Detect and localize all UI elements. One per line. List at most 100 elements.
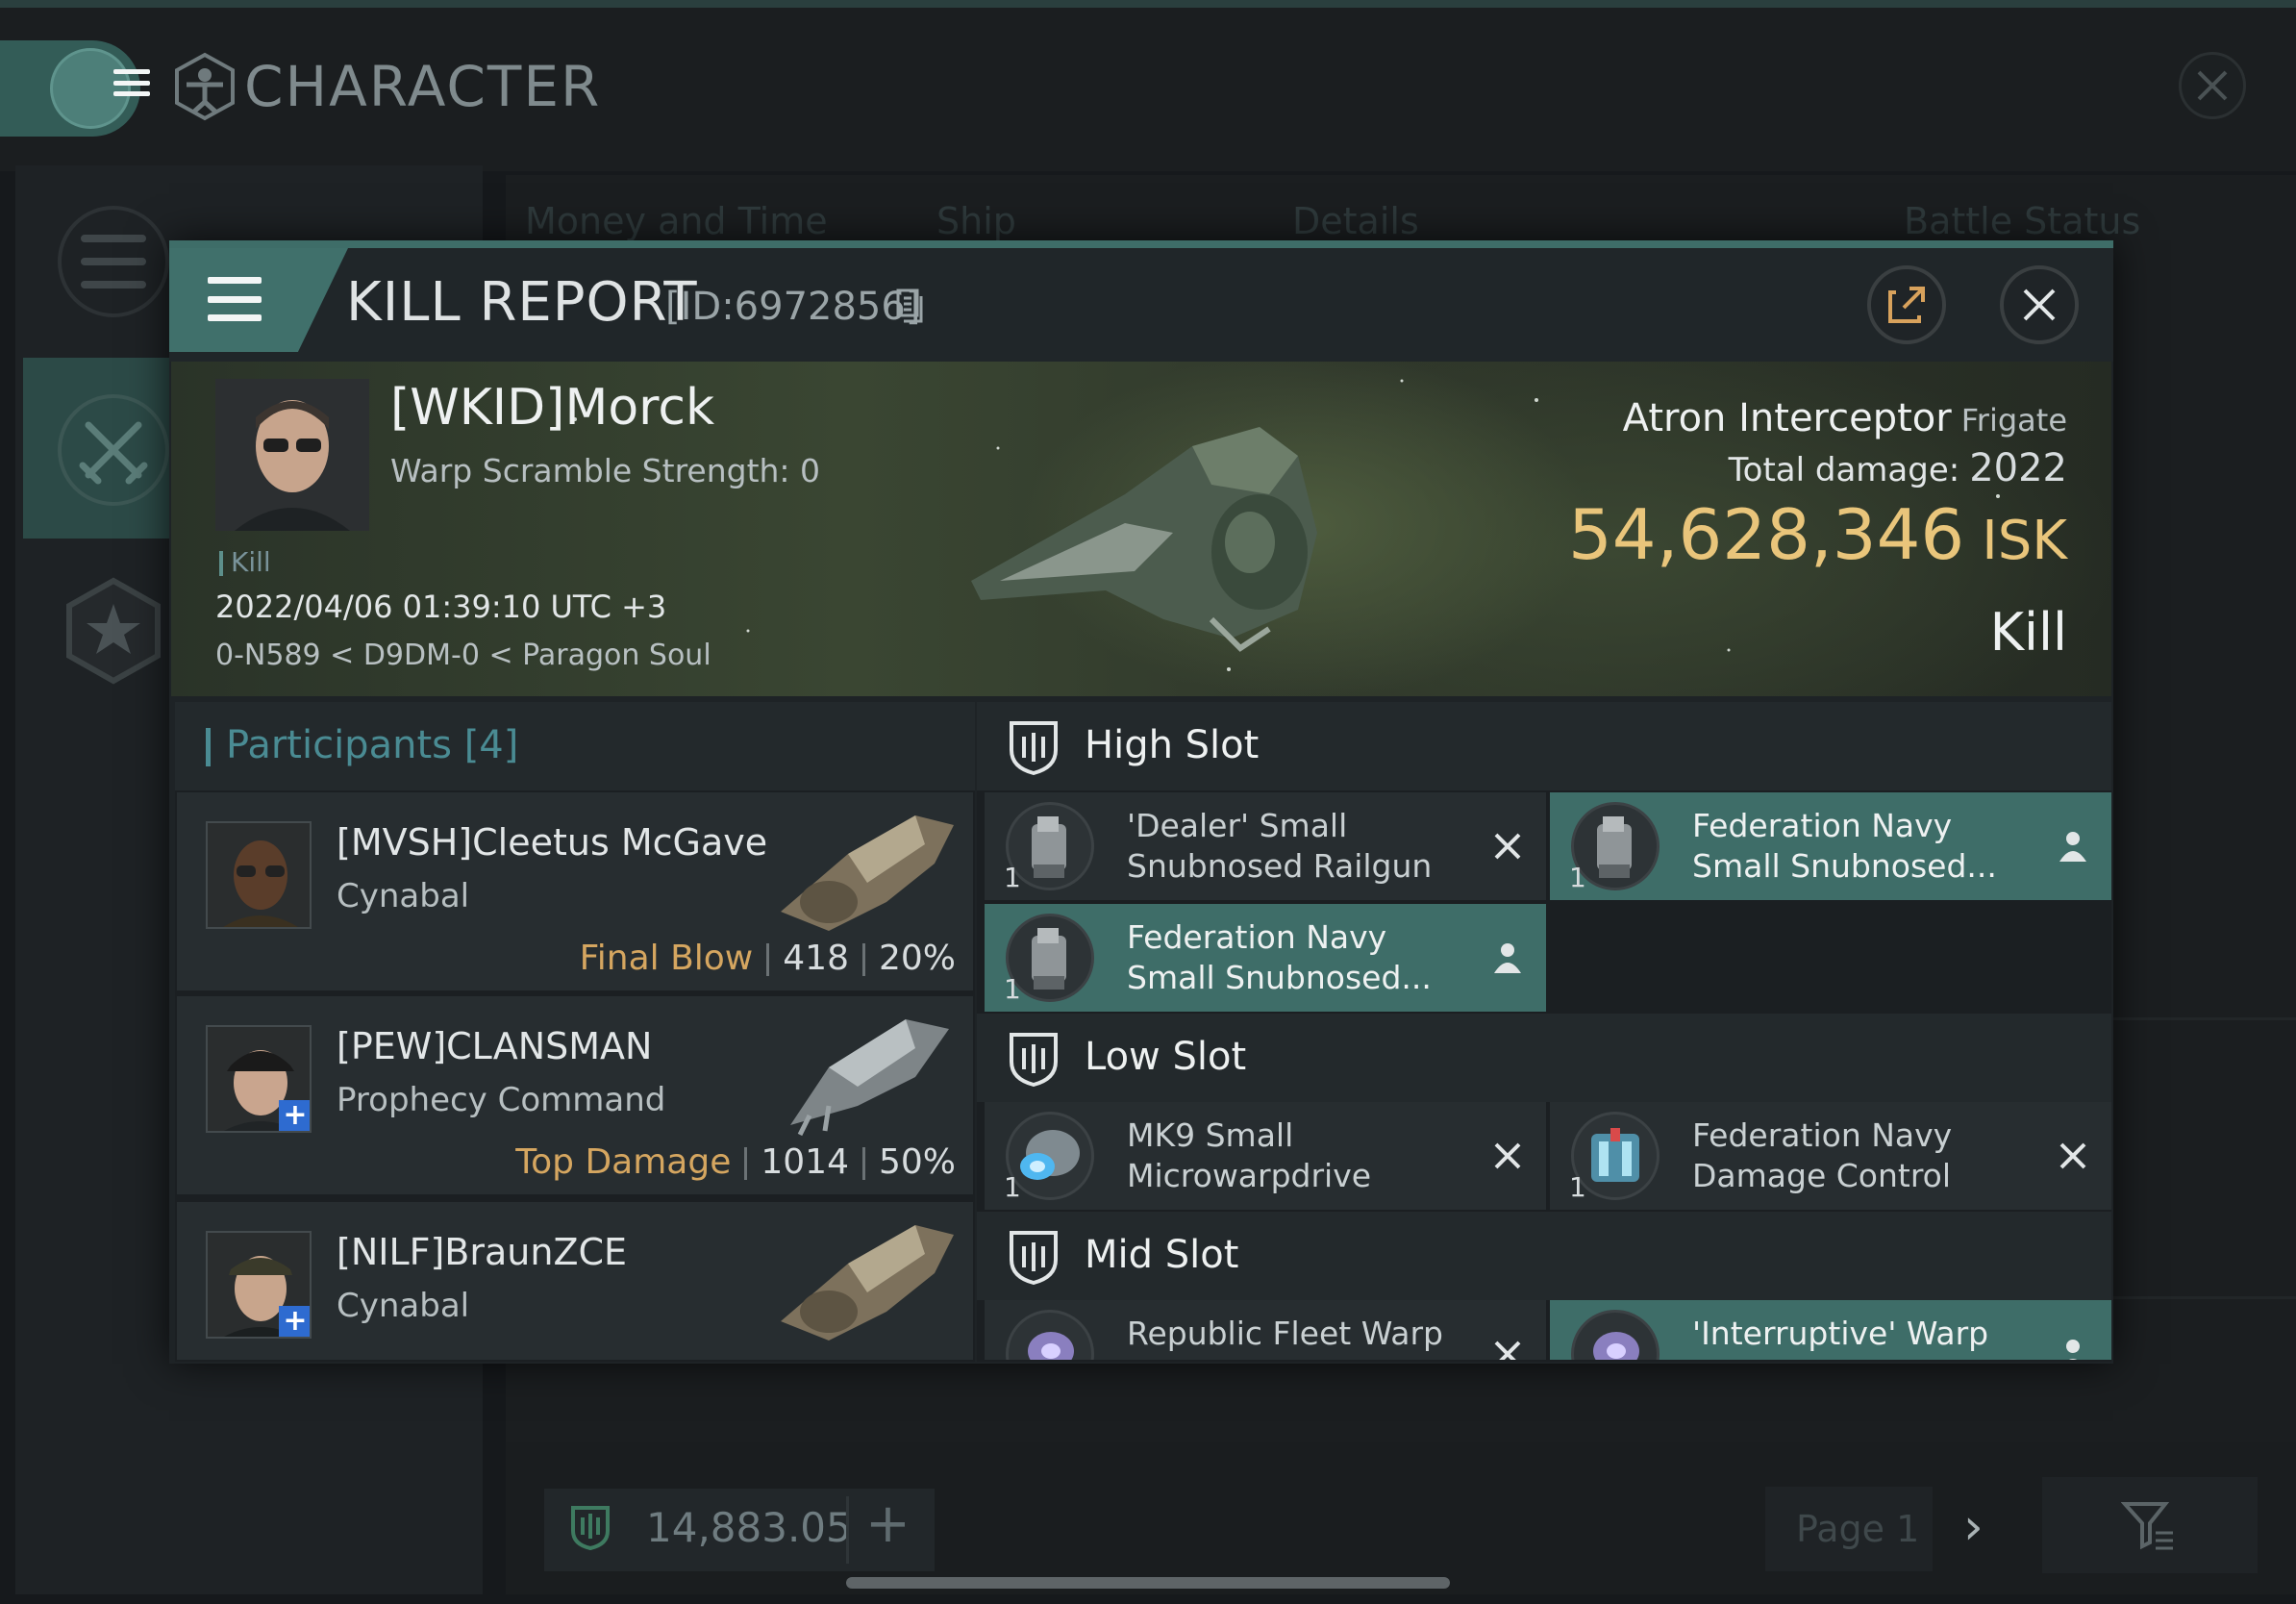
participant-row[interactable]: + [NILF]BraunZCE Cynabal: [177, 1202, 973, 1360]
prophecy-ship-image: [790, 1019, 949, 1137]
module-item[interactable]: 1 'Dealer' Small Snubnosed Railgun: [985, 792, 1546, 900]
main-menu-button[interactable]: [0, 40, 150, 137]
share-button[interactable]: [1867, 265, 1946, 344]
kill-tag: Kill: [219, 546, 271, 578]
horizontal-scrollbar[interactable]: [846, 1577, 1450, 1589]
participant-row[interactable]: [MVSH]Cleetus McGave Cynabal Final Blow 4…: [177, 792, 973, 990]
module-item[interactable]: 1 Federation Navy Small Snubnosed...: [985, 904, 1546, 1012]
participant-row[interactable]: + [PEW]CLANSMAN Prophecy Command Top Dam…: [177, 996, 973, 1194]
participant-portrait[interactable]: +: [206, 1231, 312, 1339]
warp-disruptor-icon: [1006, 1310, 1094, 1360]
destroyed-x-icon: [2059, 1142, 2086, 1169]
destroyed-x-icon: [1494, 1341, 1521, 1360]
copy-icon[interactable]: [896, 288, 925, 323]
warp-disruptor-icon: [1571, 1310, 1660, 1360]
top-strip: [0, 0, 2296, 8]
nav-combat-button[interactable]: [58, 394, 169, 506]
plus-icon: +: [279, 1306, 310, 1337]
bg-tab-ship: Ship: [936, 200, 1016, 242]
destroyed-x-icon: [1494, 1142, 1521, 1169]
kill-report-title: KILL REPORT: [346, 271, 698, 334]
participant-damage: 418: [783, 939, 849, 978]
atron-ship-image[interactable]: [942, 388, 1346, 667]
crossed-swords-icon: [79, 421, 148, 485]
slot-shield-icon: [1010, 1033, 1058, 1087]
module-item[interactable]: 1 MK9 Small Microwarpdrive: [985, 1102, 1546, 1210]
dropped-person-icon: [1494, 943, 1521, 973]
slot-shield-icon: [1010, 721, 1058, 775]
chevron-right-icon: ›: [1963, 1498, 1984, 1556]
cynabal-ship-image: [781, 815, 954, 931]
module-name: 'Interruptive' Warp: [1692, 1315, 1989, 1352]
nav-list-button[interactable]: [58, 206, 169, 317]
ship-name[interactable]: Atron Interceptor Frigate: [1442, 396, 2067, 440]
participant-portrait[interactable]: [206, 821, 312, 929]
slot-shield-icon: [1010, 1231, 1058, 1285]
victim-name[interactable]: [WKID]Morck: [390, 379, 714, 437]
mid-slot-header: Mid Slot: [977, 1212, 2111, 1300]
add-funds-button[interactable]: +: [865, 1492, 911, 1555]
low-slot-title: Low Slot: [1085, 1035, 1247, 1079]
participant-damage: 1014: [761, 1142, 849, 1182]
low-slot-header: Low Slot: [977, 1014, 2111, 1102]
slot-shield-icon: [571, 1506, 610, 1550]
wallet-balance: 14,883.05: [646, 1504, 852, 1551]
module-item[interactable]: Republic Fleet Warp: [985, 1300, 1546, 1360]
page-label: Page 1: [1796, 1508, 1920, 1550]
character-close-button[interactable]: [2179, 52, 2246, 119]
module-name: MK9 Small Microwarpdrive: [1127, 1116, 1372, 1194]
participant-name[interactable]: [PEW]CLANSMAN: [337, 1025, 652, 1067]
module-item[interactable]: 'Interruptive' Warp: [1550, 1300, 2111, 1360]
module-item[interactable]: 1 Federation Navy Damage Control: [1550, 1102, 2111, 1210]
star-icon: [66, 577, 161, 685]
cynabal-ship-image: [781, 1225, 954, 1341]
dropped-person-icon: [2059, 832, 2086, 862]
hamburger-icon: [113, 69, 150, 96]
participant-stats: Final Blow 418 20%: [580, 939, 956, 978]
module-name: Federation Navy Small Snubnosed...: [1692, 807, 1997, 885]
participant-stats: Top Damage 1014 50%: [515, 1142, 956, 1182]
module-name: Federation Navy Small Snubnosed...: [1127, 918, 1432, 996]
page-title: CHARACTER: [244, 54, 602, 119]
participant-portrait[interactable]: +: [206, 1025, 312, 1133]
mid-slot-title: Mid Slot: [1085, 1233, 1239, 1277]
high-slot-title: High Slot: [1085, 723, 1260, 767]
share-icon: [1888, 287, 1925, 323]
total-damage: Total damage: 2022: [1728, 446, 2067, 490]
isk-value: 54,628,346 ISK: [1567, 494, 2067, 575]
module-item[interactable]: 1 Federation Navy Small Snubnosed...: [1550, 792, 2111, 900]
participant-percent: 50%: [878, 1142, 956, 1182]
bg-tab-battle-status: Battle Status: [1904, 200, 2141, 242]
close-button[interactable]: [2000, 265, 2079, 344]
plus-icon: +: [279, 1100, 310, 1131]
bg-tab-details: Details: [1292, 200, 1419, 242]
bg-tab-money: Money and Time: [525, 200, 828, 242]
module-name: Republic Fleet Warp: [1127, 1315, 1443, 1352]
module-name: 'Dealer' Small Snubnosed Railgun: [1127, 807, 1433, 885]
filter-icon: [2121, 1502, 2173, 1550]
victim-portrait[interactable]: [215, 379, 369, 531]
kill-report-id: [ID:6972856]: [665, 285, 921, 329]
close-icon: [2197, 70, 2228, 101]
module-name: Federation Navy Damage Control: [1692, 1116, 1953, 1194]
participant-percent: 20%: [878, 939, 956, 978]
final-blow-tag: Final Blow: [579, 939, 754, 978]
list-icon: [81, 235, 146, 288]
kill-location[interactable]: 0-N589 < D9DM-0 < Paragon Soul: [215, 639, 711, 672]
nav-star-button[interactable]: [58, 575, 169, 687]
close-icon: [2023, 288, 2056, 321]
participant-ship: Cynabal: [337, 877, 470, 915]
participant-name[interactable]: [NILF]BraunZCE: [337, 1231, 627, 1273]
destroyed-x-icon: [1494, 833, 1521, 860]
hamburger-icon: [208, 277, 262, 321]
participant-name[interactable]: [MVSH]Cleetus McGave: [337, 821, 767, 864]
pilot-portrait-image: [215, 379, 369, 531]
top-damage-tag: Top Damage: [515, 1142, 732, 1182]
high-slot-header: High Slot: [977, 702, 2111, 790]
warp-scramble-strength: Warp Scramble Strength: 0: [390, 452, 821, 489]
kill-timestamp: 2022/04/06 01:39:10 UTC +3: [215, 589, 667, 625]
participants-title: Participants [4]: [206, 723, 518, 767]
participant-ship: Prophecy Command: [337, 1081, 666, 1119]
next-page-button[interactable]: ›: [1963, 1498, 1984, 1556]
participant-ship: Cynabal: [337, 1287, 470, 1325]
